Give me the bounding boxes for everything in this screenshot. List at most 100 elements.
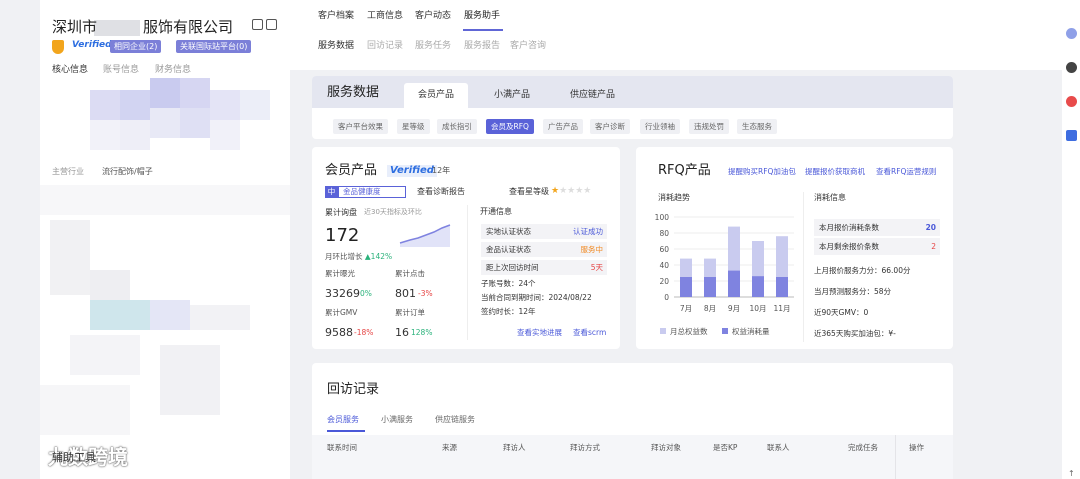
x-tick-label: 10月 xyxy=(749,304,766,313)
col-contact: 联系人 xyxy=(767,443,790,452)
metric-delta-clicks: -3% xyxy=(418,289,433,298)
industry-value: 流行配饰/帽子 xyxy=(102,167,153,176)
tab-account-info[interactable]: 账号信息 xyxy=(103,66,139,75)
nav-business-info[interactable]: 工商信息 xyxy=(367,12,403,21)
subtab-eco-service[interactable]: 生态服务 xyxy=(737,119,777,134)
mom-label: 月环比增长 ▲142% xyxy=(325,252,393,261)
onsite-progress-link[interactable]: 查看实地进展 xyxy=(517,329,562,337)
metric-value-gmv: 9588 xyxy=(325,326,353,339)
subnav-service-data[interactable]: 服务数据 xyxy=(318,42,354,51)
diagnose-report-link[interactable]: 查看诊断报告 xyxy=(417,188,465,196)
tab-member-service[interactable]: 会员服务 xyxy=(327,416,359,424)
col-contact-time: 联系时间 xyxy=(327,443,357,452)
metric-value-exposure: 33269 xyxy=(325,287,360,300)
y-tick-label: 0 xyxy=(664,293,669,302)
tab-finance-info[interactable]: 财务信息 xyxy=(155,66,191,75)
nav-customer-profile[interactable]: 客户档案 xyxy=(318,12,354,21)
gift-icon[interactable] xyxy=(1066,96,1077,107)
x-tick-label: 8月 xyxy=(704,304,716,313)
bar-used-4 xyxy=(776,277,788,297)
y-tick-label: 80 xyxy=(659,229,669,238)
same-company-pill[interactable]: 相同企业(2) xyxy=(110,40,162,53)
bar-used-0 xyxy=(680,277,692,297)
legend-label-0: 月总权益数 xyxy=(670,326,708,336)
fuel-pack-365d: 近365天购买加油包：¥- xyxy=(814,329,896,338)
consume-title: 消耗信息 xyxy=(814,193,846,202)
subtab-industry-leader[interactable]: 行业领袖 xyxy=(640,119,680,134)
metric-label-clicks: 累计点击 xyxy=(395,269,425,278)
col-actions: 操作 xyxy=(909,443,924,452)
bar-used-3 xyxy=(752,276,764,297)
gold-shield-icon xyxy=(52,40,64,54)
metric-label-exposure: 累计曝光 xyxy=(325,269,355,278)
tab-member-product[interactable]: 会员产品 xyxy=(404,83,469,108)
star-level-link[interactable]: 查看星等级 xyxy=(509,188,549,196)
rfq-rules-link[interactable]: 查看RFQ运营规则 xyxy=(876,168,936,176)
legend-label-1: 权益消耗量 xyxy=(732,326,770,336)
legend-swatch-0 xyxy=(660,328,666,334)
tab-supply-chain-service[interactable]: 供应链服务 xyxy=(435,416,475,424)
subnav-service-report[interactable]: 服务报告 xyxy=(464,42,500,51)
onsite-cert-row: 实地认证状态 认证成功 xyxy=(481,224,607,239)
tab-xiaoman-service[interactable]: 小满服务 xyxy=(381,416,413,424)
bar-used-2 xyxy=(728,270,740,297)
info-icon[interactable] xyxy=(1066,130,1077,141)
document-icon[interactable] xyxy=(266,19,277,30)
edit-icon[interactable] xyxy=(252,19,263,30)
member-title: 会员产品 xyxy=(325,163,378,178)
tab-supply-chain-product[interactable]: 供应链产品 xyxy=(556,83,629,108)
subnav-visit-records[interactable]: 回访记录 xyxy=(367,42,403,51)
gmv-90d: 近90天GMV：0 xyxy=(814,308,869,317)
health-level-tag: 中 xyxy=(325,186,338,198)
member-product-card: 会员产品 Verified 12年 中 金品健康度 查看诊断报告 查看星等级 ★… xyxy=(312,147,620,349)
subtab-star-level[interactable]: 星等级 xyxy=(397,119,430,134)
subtab-violation-penalty[interactable]: 违规处罚 xyxy=(689,119,729,134)
scroll-top-icon[interactable]: ↑ xyxy=(1068,470,1075,478)
gold-cert-row: 金品认证状态 服务中 xyxy=(481,242,607,257)
service-data-title: 服务数据 xyxy=(327,85,380,100)
last-month-score: 上月报价服务力分：66.00分 xyxy=(814,266,911,275)
service-data-card: 服务数据 会员产品 小满产品 供应链产品 客户平台效果 星等级 成长指引 会员及… xyxy=(312,76,953,139)
divider xyxy=(467,205,468,340)
subtab-customer-diagnosis[interactable]: 客户诊断 xyxy=(590,119,630,134)
col-visitor: 拜访人 xyxy=(503,443,526,452)
subnav-service-tasks[interactable]: 服务任务 xyxy=(415,42,451,51)
subtab-ad-products[interactable]: 广告产品 xyxy=(543,119,583,134)
legend-swatch-1 xyxy=(722,328,728,334)
y-tick-label: 40 xyxy=(659,261,669,270)
sign-years: 签约时长：12年 xyxy=(481,307,536,316)
subtab-growth-guide[interactable]: 成长指引 xyxy=(437,119,477,134)
bar-used-1 xyxy=(704,277,716,297)
y-tick-label: 20 xyxy=(659,277,669,286)
company-name: 深圳市 服饰有限公司 xyxy=(52,18,234,36)
tab-core-info[interactable]: 核心信息 xyxy=(52,66,88,75)
remind-quote-link[interactable]: 提醒报价获取商机 xyxy=(805,168,865,176)
nav-service-assistant[interactable]: 服务助手 xyxy=(464,12,500,21)
table-header xyxy=(312,435,953,479)
x-tick-label: 11月 xyxy=(773,304,790,313)
user-icon[interactable] xyxy=(1066,62,1077,73)
scrm-link[interactable]: 查看scrm xyxy=(573,329,606,337)
open-info-title: 开通信息 xyxy=(480,207,512,216)
nav-customer-activity[interactable]: 客户动态 xyxy=(415,12,451,21)
assistant-icon[interactable] xyxy=(1066,28,1077,39)
remind-buy-rfq-link[interactable]: 提醒购买RFQ加油包 xyxy=(728,168,796,176)
helper-tools-label[interactable]: 辅助工具 xyxy=(52,452,96,463)
y-tick-label: 60 xyxy=(659,245,669,254)
y-tick-label: 100 xyxy=(655,213,670,222)
subnav-customer-consult[interactable]: 客户咨询 xyxy=(510,42,546,51)
month-quote-left-row: 本月剩余报价条数 2 xyxy=(814,238,940,255)
col-visit-target: 拜访对象 xyxy=(651,443,681,452)
active-tab-indicator xyxy=(463,29,503,31)
metric-label-gmv: 累计GMV xyxy=(325,308,358,317)
tab-xiaoman-product[interactable]: 小满产品 xyxy=(480,83,544,108)
linked-platform-pill[interactable]: 关联国际站平台(0) xyxy=(176,40,252,53)
rfq-title: RFQ产品 xyxy=(658,163,711,178)
subtab-member-rfq[interactable]: 会员及RFQ xyxy=(486,119,534,134)
verified-badge: Verified xyxy=(72,40,112,50)
metric-value-clicks: 801 xyxy=(395,287,416,300)
subtab-platform-effect[interactable]: 客户平台效果 xyxy=(333,119,388,134)
rfq-product-card: RFQ产品 提醒购买RFQ加油包 提醒报价获取商机 查看RFQ运营规则 消耗趋势… xyxy=(636,147,953,349)
metric-label-orders: 累计订单 xyxy=(395,308,425,317)
contract-end: 当前合同到期时间：2024/08/22 xyxy=(481,293,592,302)
